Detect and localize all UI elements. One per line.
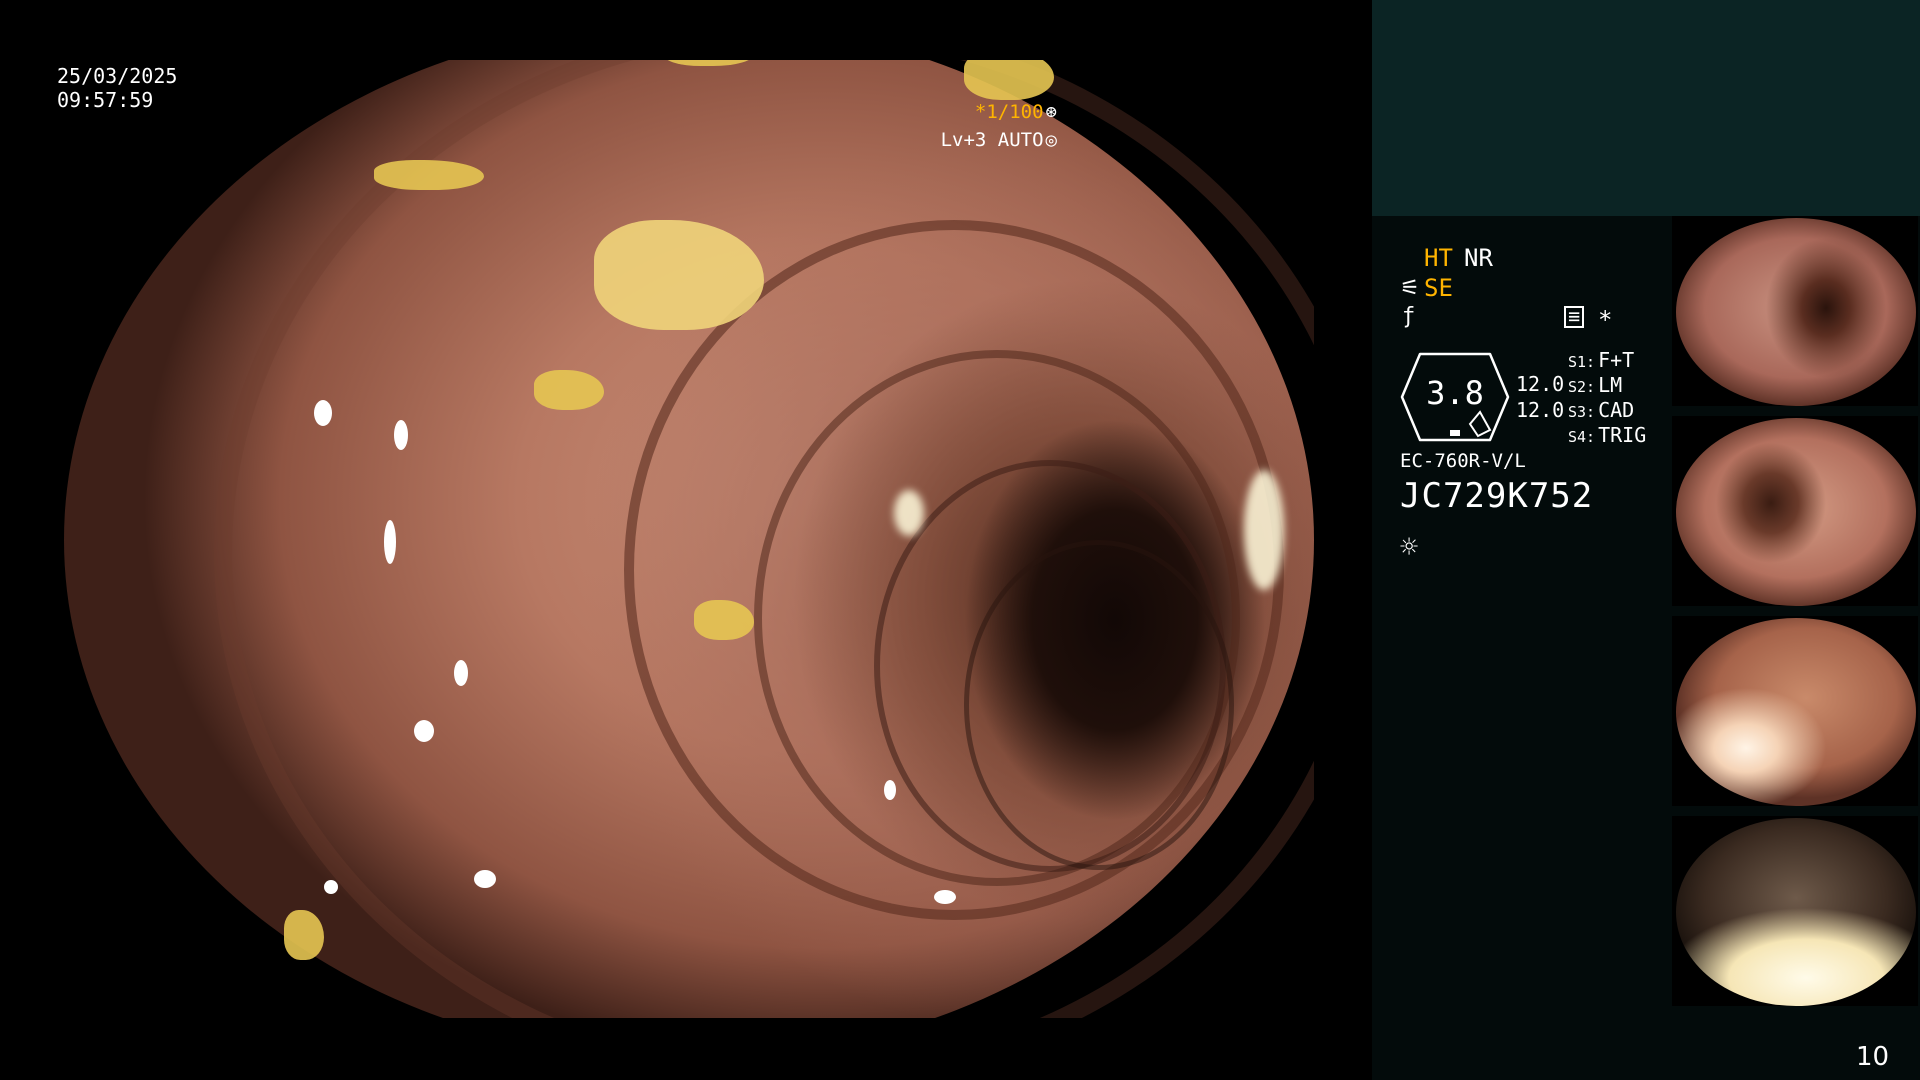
panel-header-area (1372, 0, 1920, 216)
debris-patch (964, 60, 1054, 100)
endoscope-image-frame (0, 60, 1372, 1018)
time-display: 09:57:59 (57, 88, 154, 112)
specular-highlight (414, 720, 434, 742)
debris-patch (284, 910, 324, 960)
page-number: 10 (1856, 1042, 1890, 1072)
switch-slot: S2: LM (1568, 373, 1622, 397)
specular-highlight (474, 870, 496, 888)
captured-image-thumbnail[interactable] (1672, 616, 1918, 806)
thumbnail-image (1676, 818, 1916, 1006)
aperture-icon: ⊛ (1045, 101, 1057, 123)
gauge-value: 3.8 (1426, 374, 1484, 412)
shutter-speed: *1/100 ⊛ (975, 100, 1057, 124)
scope-serial: JC729K752 (1400, 476, 1594, 516)
star-indicator: * (1598, 306, 1613, 334)
brightness-level: Lv+3 AUTO ◎ (941, 128, 1057, 152)
specular-highlight (314, 400, 332, 426)
memo-icon: ≡ (1564, 306, 1584, 328)
specular-highlight (934, 890, 956, 904)
debris-patch (534, 370, 604, 410)
date-display: 25/03/2025 (57, 64, 178, 88)
slot-key: S1: (1568, 353, 1596, 371)
scissors-icon: ⚟ (1400, 276, 1420, 301)
setting-value-a: 12.0 (1516, 372, 1565, 396)
slot-value: F+T (1598, 348, 1635, 372)
info-panel: HT NR ⚟ SE ƒ ≡ * 3.8 12.0 12.0 S1: F+T S2… (1372, 0, 1920, 1080)
freeze-icon: ƒ (1402, 304, 1416, 329)
debris-patch (374, 160, 484, 190)
captured-image-thumbnail[interactable] (1672, 816, 1918, 1006)
light-source-icon: ☼ (1400, 530, 1419, 565)
thumbnail-image (1676, 618, 1916, 806)
se-mode-label: SE (1424, 274, 1453, 302)
slot-key: S3: (1568, 403, 1596, 421)
setting-value-b: 12.0 (1516, 398, 1565, 422)
debris-patch (694, 600, 754, 640)
switch-slot: S3: CAD (1568, 398, 1634, 422)
specular-glare (894, 490, 924, 536)
mucosal-fold (964, 540, 1234, 870)
colon-lumen-image (64, 60, 1314, 1018)
switch-slot: S4: TRIG (1568, 423, 1646, 447)
captured-image-thumbnail[interactable] (1672, 216, 1918, 406)
endoscope-view: 25/03/2025 09:57:59 *1/100 ⊛ Lv+3 AUTO ◎ (0, 0, 1372, 1080)
specular-highlight (324, 880, 338, 894)
specular-highlight (394, 420, 408, 450)
scope-model: EC-760R-V/L (1400, 450, 1526, 472)
specular-highlight (454, 660, 468, 686)
nr-mode-label: NR (1464, 244, 1493, 272)
switch-slot: S1: F+T (1568, 348, 1634, 372)
brightness-level-label: Lv+3 AUTO (940, 129, 1044, 151)
thumbnail-image (1676, 418, 1916, 606)
slot-key: S4: (1568, 428, 1596, 446)
captured-image-thumbnail[interactable] (1672, 416, 1918, 606)
shutter-speed-label: *1/100 (974, 101, 1044, 123)
specular-highlight (384, 520, 396, 564)
specular-highlight (884, 780, 896, 800)
thumbnail-image (1676, 218, 1916, 406)
ht-mode-label: HT (1424, 244, 1453, 272)
specular-glare (1244, 470, 1284, 590)
auto-iris-icon: ◎ (1045, 129, 1057, 151)
slot-key: S2: (1568, 378, 1596, 396)
slot-value: CAD (1598, 398, 1635, 422)
slot-value: TRIG (1598, 423, 1647, 447)
slot-value: LM (1598, 373, 1623, 397)
